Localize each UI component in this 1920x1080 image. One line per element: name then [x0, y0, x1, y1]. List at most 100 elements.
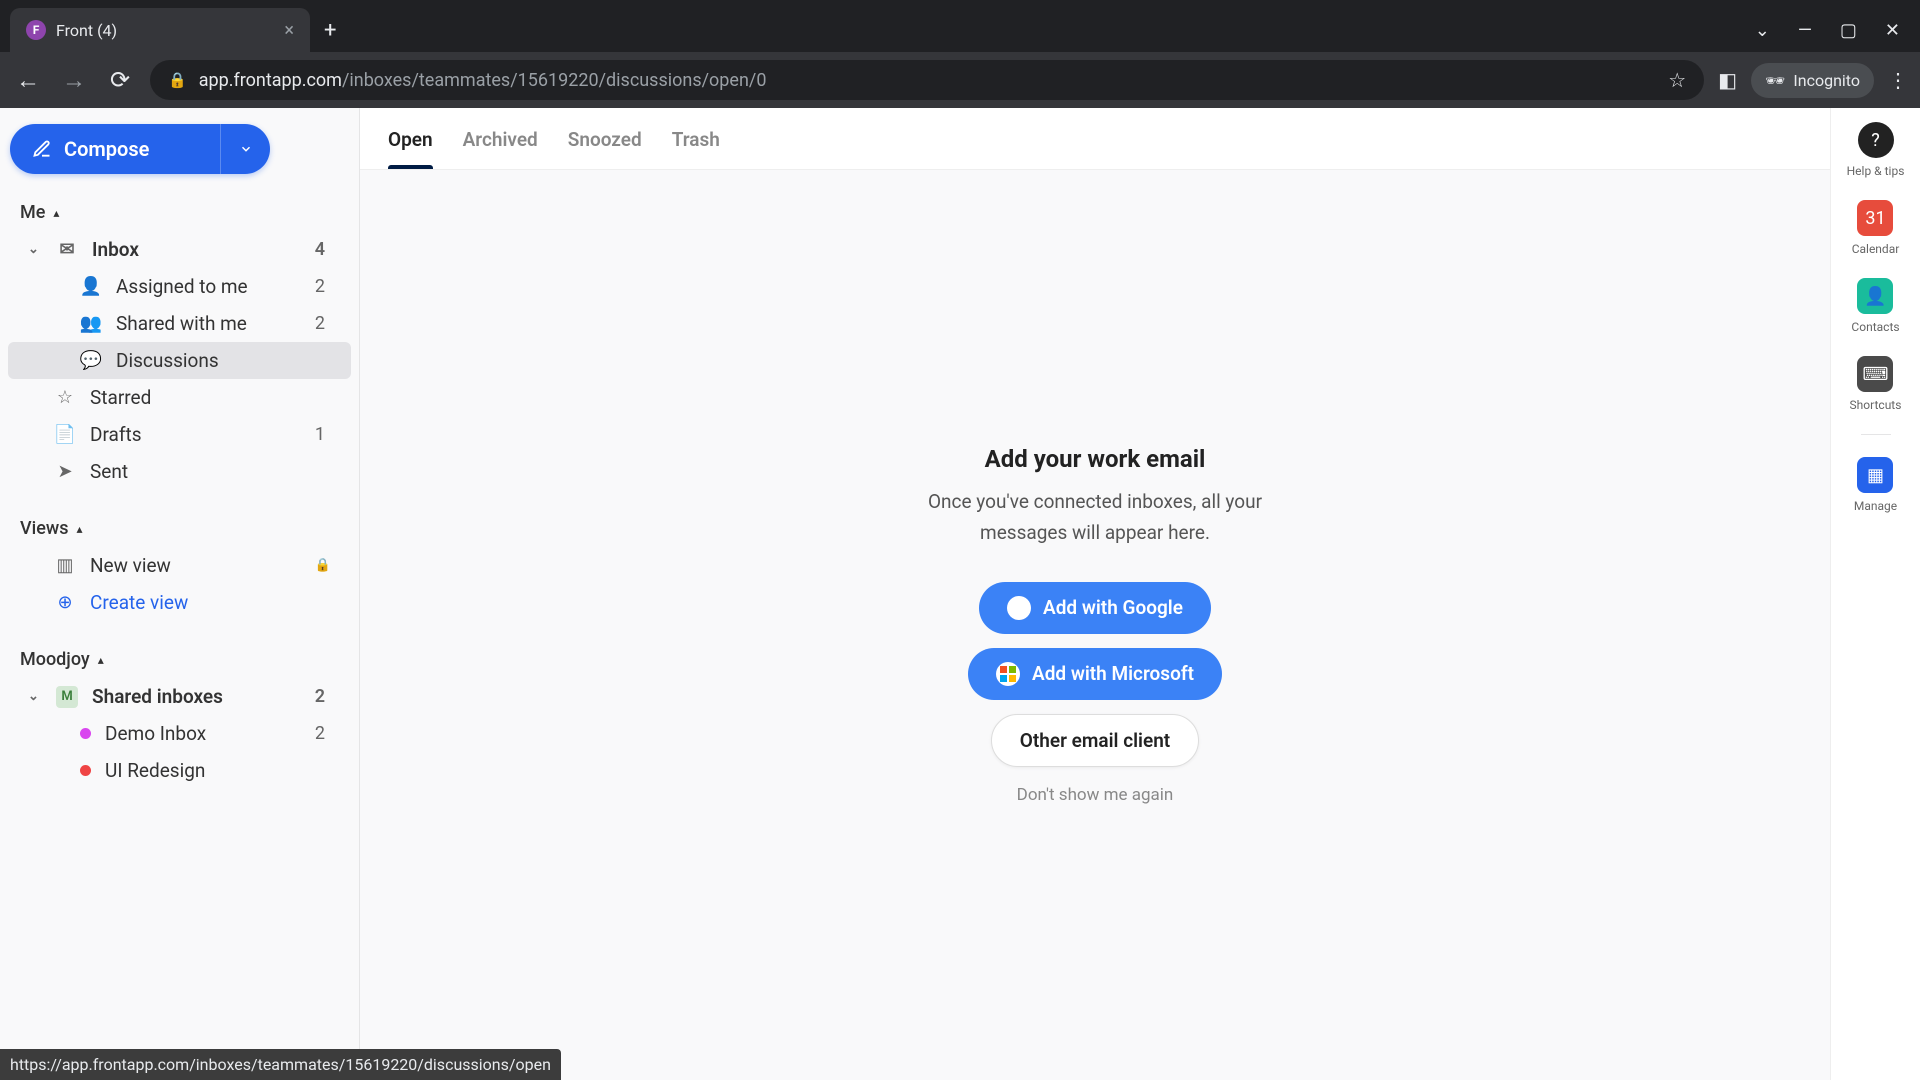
caret-up-icon: ▴	[76, 522, 82, 536]
url-host: app.frontapp.com	[199, 70, 342, 91]
tab-title: Front (4)	[56, 21, 117, 40]
sidebar-item-label: Sent	[90, 460, 331, 483]
sidebar-item-assigned[interactable]: 👤 Assigned to me 2	[8, 268, 351, 305]
sidebar-item-discussions[interactable]: 💬 Discussions	[8, 342, 351, 379]
forward-button[interactable]: →	[58, 66, 90, 95]
empty-title: Add your work email	[985, 445, 1206, 473]
section-me[interactable]: Me ▴	[0, 194, 359, 231]
tab-open[interactable]: Open	[388, 128, 433, 169]
close-window-icon[interactable]: ✕	[1885, 20, 1900, 41]
sidebar-item-count: 2	[315, 686, 331, 707]
sidebar-item-label: Starred	[90, 386, 331, 409]
window-controls: ⌄ — ▢ ✕	[1755, 8, 1920, 52]
sidebar-item-demo-inbox[interactable]: Demo Inbox 2	[8, 715, 351, 752]
compose-icon	[32, 139, 52, 159]
sidebar-item-drafts[interactable]: 📄 Drafts 1	[8, 416, 351, 453]
google-icon: G	[1007, 596, 1031, 620]
sidebar-item-label: Assigned to me	[116, 275, 301, 298]
sidebar-item-starred[interactable]: ☆ Starred	[8, 379, 351, 416]
rail-shortcuts[interactable]: ⌨ Shortcuts	[1850, 356, 1902, 412]
section-workspace[interactable]: Moodjoy ▴	[0, 641, 359, 678]
url-path: /inboxes/teammates/15619220/discussions/…	[342, 70, 767, 91]
rail-contacts[interactable]: 👤 Contacts	[1851, 278, 1899, 334]
section-views[interactable]: Views ▴	[0, 510, 359, 547]
incognito-label: Incognito	[1793, 71, 1860, 90]
sidebar-item-count: 2	[315, 276, 331, 297]
rail-label: Help & tips	[1847, 164, 1905, 178]
tab-snoozed[interactable]: Snoozed	[568, 128, 642, 169]
sidebar-item-label: Shared with me	[116, 312, 301, 335]
add-with-microsoft-button[interactable]: Add with Microsoft	[968, 648, 1222, 700]
rail-label: Shortcuts	[1850, 398, 1902, 412]
sidebar-item-count: 2	[315, 313, 331, 334]
close-tab-icon[interactable]: ×	[284, 20, 294, 41]
browser-menu-icon[interactable]: ⋮	[1888, 68, 1908, 92]
help-icon: ?	[1858, 122, 1894, 158]
empty-subtitle: Once you've connected inboxes, all your …	[925, 487, 1265, 548]
tab-favicon: F	[26, 20, 46, 40]
main-content: Open Archived Snoozed Trash Add your wor…	[360, 108, 1830, 1080]
contacts-icon: 👤	[1857, 278, 1893, 314]
browser-tab[interactable]: F Front (4) ×	[10, 8, 310, 52]
new-tab-button[interactable]: +	[310, 8, 350, 52]
columns-icon: ▥	[54, 555, 76, 576]
dont-show-again-link[interactable]: Don't show me again	[1017, 785, 1174, 805]
inbox-icon: ✉	[56, 239, 78, 260]
sidebar-item-shared-inboxes[interactable]: ⌄ M Shared inboxes 2	[8, 678, 351, 715]
section-workspace-label: Moodjoy	[20, 649, 90, 670]
sidebar-item-label: Shared inboxes	[92, 685, 301, 708]
rail-manage[interactable]: ▦ Manage	[1854, 457, 1897, 513]
sidebar-item-shared-with-me[interactable]: 👥 Shared with me 2	[8, 305, 351, 342]
add-with-google-button[interactable]: G Add with Google	[979, 582, 1211, 634]
button-label: Add with Microsoft	[1032, 662, 1194, 685]
sidebar-item-ui-redesign[interactable]: UI Redesign	[8, 752, 351, 789]
sidebar-item-count: 2	[315, 723, 331, 744]
chevron-down-icon: ⌄	[28, 242, 42, 257]
sidebar-item-label: Drafts	[90, 423, 301, 446]
button-label: Other email client	[1020, 729, 1170, 752]
sidebar-item-label: Discussions	[116, 349, 331, 372]
sidebar-item-label: New view	[90, 554, 297, 577]
compose-dropdown-button[interactable]	[220, 124, 270, 174]
rail-label: Calendar	[1852, 242, 1900, 256]
chevron-down-icon: ⌄	[28, 689, 42, 704]
tab-search-icon[interactable]: ⌄	[1755, 20, 1770, 41]
sidebar-item-count: 1	[315, 424, 331, 445]
bookmark-star-icon[interactable]: ☆	[1668, 68, 1686, 92]
other-email-client-button[interactable]: Other email client	[991, 714, 1199, 767]
lock-icon: 🔒	[315, 558, 331, 573]
compose-button[interactable]: Compose	[10, 137, 220, 161]
file-icon: 📄	[54, 424, 76, 445]
incognito-badge[interactable]: 🕶 Incognito	[1751, 63, 1874, 98]
rail-calendar[interactable]: 31 Calendar	[1852, 200, 1900, 256]
color-dot-icon	[80, 728, 91, 739]
minimize-icon[interactable]: —	[1798, 20, 1812, 41]
rail-help[interactable]: ? Help & tips	[1847, 122, 1905, 178]
rail-label: Manage	[1854, 499, 1897, 513]
button-label: Add with Google	[1043, 596, 1183, 619]
plus-circle-icon: ⊕	[54, 592, 76, 613]
sidebar-item-sent[interactable]: ➤ Sent	[8, 453, 351, 490]
section-me-label: Me	[20, 202, 45, 223]
sidebar-item-label: Inbox	[92, 238, 301, 261]
back-button[interactable]: ←	[12, 66, 44, 95]
status-tabs: Open Archived Snoozed Trash	[360, 108, 1830, 170]
reload-button[interactable]: ⟳	[104, 66, 136, 94]
tab-archived[interactable]: Archived	[463, 128, 538, 169]
section-views-label: Views	[20, 518, 68, 539]
apps-icon: ▦	[1857, 457, 1893, 493]
tab-trash[interactable]: Trash	[672, 128, 720, 169]
color-dot-icon	[80, 765, 91, 776]
maximize-icon[interactable]: ▢	[1840, 20, 1857, 41]
send-icon: ➤	[54, 461, 76, 482]
sidebar-item-create-view[interactable]: ⊕ Create view	[8, 584, 351, 621]
sidebar-item-inbox[interactable]: ⌄ ✉ Inbox 4	[8, 231, 351, 268]
incognito-icon: 🕶	[1765, 71, 1785, 90]
rail-label: Contacts	[1851, 320, 1899, 334]
sidebar-item-count: 4	[315, 239, 331, 260]
extensions-icon[interactable]: ◧	[1718, 68, 1737, 92]
keyboard-icon: ⌨	[1857, 356, 1893, 392]
sidebar-item-new-view[interactable]: ▥ New view 🔒	[8, 547, 351, 584]
address-bar[interactable]: 🔒 app.frontapp.com/inboxes/teammates/156…	[150, 60, 1704, 100]
browser-tab-strip: F Front (4) × + ⌄ — ▢ ✕	[0, 0, 1920, 52]
